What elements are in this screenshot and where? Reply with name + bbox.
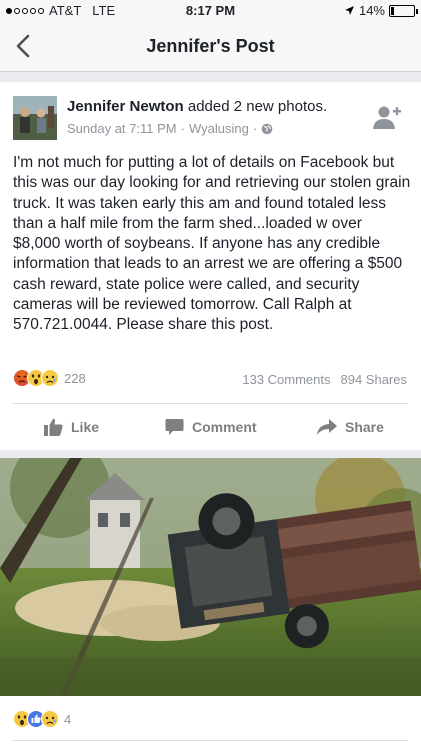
separator-band	[0, 72, 421, 82]
thumbs-up-icon	[44, 418, 63, 436]
like-button[interactable]: Like	[44, 414, 99, 440]
reaction-summary[interactable]: 228	[13, 369, 86, 387]
page-title: Jennifer's Post	[146, 36, 275, 56]
meta-separator: ·	[180, 121, 185, 136]
comments-count[interactable]: 133 Comments	[242, 372, 330, 387]
photo-reaction-count: 4	[64, 711, 72, 727]
post-meta: Sunday at 7:11 PM · Wyalusing ·	[67, 121, 273, 136]
separator-band	[0, 450, 421, 458]
sad-reaction-icon	[41, 369, 59, 387]
globe-icon	[261, 123, 273, 134]
divider	[13, 740, 408, 741]
status-bar: AT&T LTE 8:17 PM 14%	[0, 0, 421, 22]
photo-reaction-summary[interactable]: 4	[13, 710, 71, 728]
meta-separator: ·	[252, 121, 258, 136]
add-friend-icon[interactable]	[372, 104, 402, 130]
post-author-line: Jennifer Newton added 2 new photos.	[67, 98, 327, 115]
comment-icon	[165, 419, 184, 435]
comment-label: Comment	[192, 419, 257, 435]
battery-icon	[389, 4, 418, 17]
divider	[13, 403, 408, 404]
location-arrow-icon	[344, 6, 354, 15]
reaction-count: 228	[64, 370, 86, 386]
author-name[interactable]: Jennifer Newton	[67, 98, 184, 115]
shares-count[interactable]: 894 Shares	[341, 372, 408, 387]
post-action-text: added 2 new photos.	[183, 98, 328, 115]
nav-bar: Jennifer's Post	[0, 22, 421, 72]
share-arrow-icon	[317, 419, 337, 435]
engagement-stats: 133 Comments 894 Shares	[242, 372, 407, 387]
avatar[interactable]	[13, 96, 57, 140]
post-photo[interactable]	[0, 458, 421, 696]
post-timestamp[interactable]: Sunday at 7:11 PM	[67, 121, 177, 136]
sad-reaction-icon	[41, 710, 59, 728]
status-right: 14%	[344, 3, 418, 18]
post-body: I'm not much for putting a lot of detail…	[13, 154, 411, 334]
share-label: Share	[345, 419, 384, 435]
battery-percent: 14%	[358, 3, 385, 18]
like-label: Like	[71, 419, 100, 435]
battery-level	[391, 6, 394, 15]
comment-button[interactable]: Comment	[165, 414, 257, 440]
post-location[interactable]: Wyalusing	[189, 121, 249, 136]
share-button[interactable]: Share	[317, 414, 384, 440]
